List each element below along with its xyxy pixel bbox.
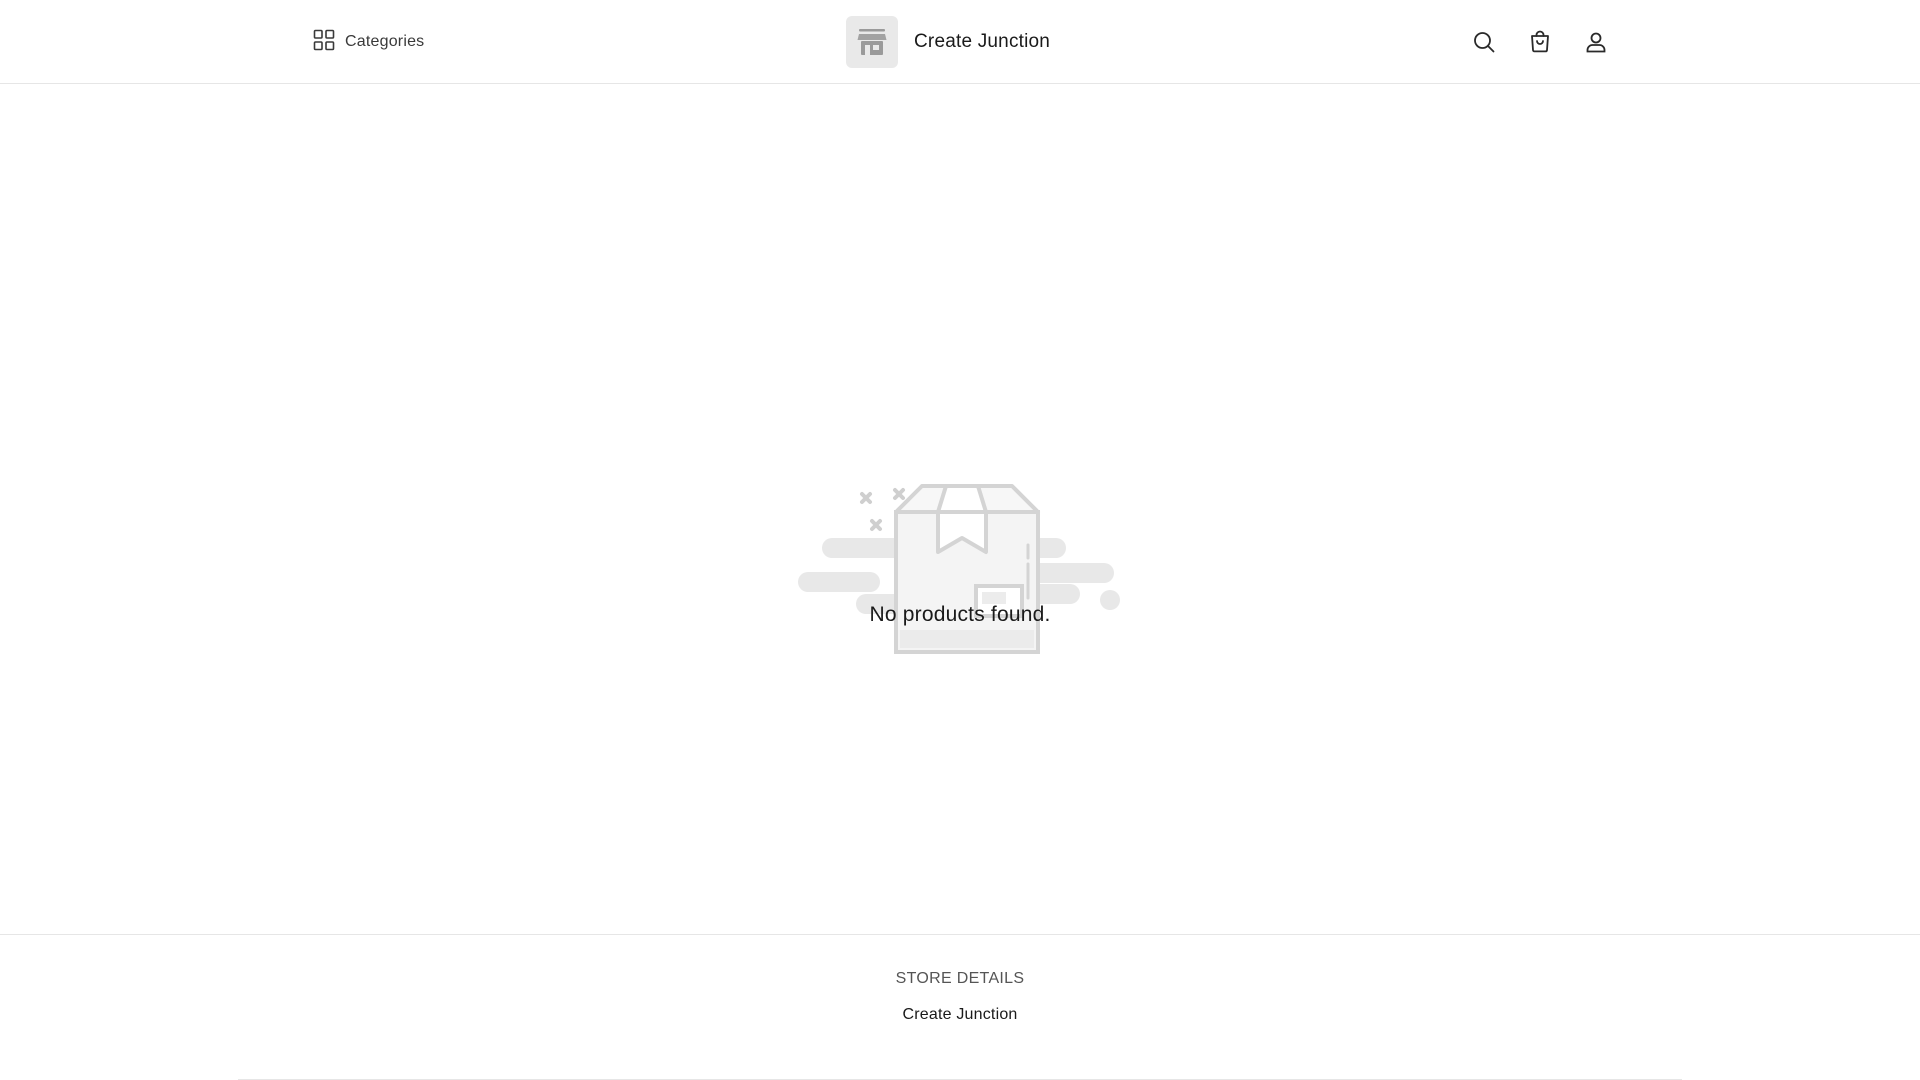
user-icon[interactable] xyxy=(1584,30,1608,54)
cart-icon[interactable] xyxy=(1528,30,1552,54)
footer-store-name-link[interactable]: Create Junction xyxy=(0,1006,1920,1024)
empty-box-icon xyxy=(798,480,1122,655)
site-header: Categories Create Junction xyxy=(0,0,1920,84)
empty-state-message: No products found. xyxy=(869,603,1051,626)
site-footer: STORE DETAILS Create Junction xyxy=(0,934,1920,1080)
header-actions xyxy=(1472,30,1608,54)
footer-heading: STORE DETAILS xyxy=(895,970,1025,987)
main-content: No products found. xyxy=(0,85,1920,934)
grid-icon xyxy=(313,29,335,56)
storefront-icon xyxy=(846,16,898,68)
store-name: Create Junction xyxy=(914,31,1051,52)
categories-menu-button[interactable]: Categories xyxy=(313,29,425,56)
search-icon[interactable] xyxy=(1472,30,1496,54)
categories-label: Categories xyxy=(345,33,425,50)
store-brand-link[interactable]: Create Junction xyxy=(846,16,1050,68)
